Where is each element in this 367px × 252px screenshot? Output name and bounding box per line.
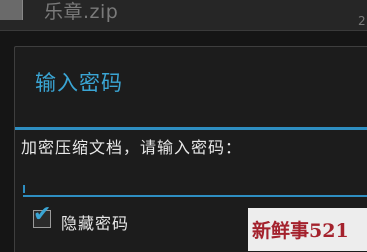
title-divider bbox=[15, 127, 367, 130]
checkmark-icon: ✔ bbox=[33, 202, 52, 227]
file-meta: 2 bbox=[358, 14, 366, 28]
password-prompt: 加密压缩文档，请输入密码： bbox=[21, 138, 243, 157]
hide-password-label[interactable]: 隐藏密码 bbox=[61, 210, 129, 234]
file-name: 乐章.zip bbox=[44, 1, 119, 23]
archive-file-icon bbox=[0, 0, 23, 20]
dialog-title: 输入密码 bbox=[35, 71, 123, 95]
watermark-logo: 新鲜事521 bbox=[248, 208, 367, 251]
file-list-row[interactable]: 乐章.zip 2 bbox=[0, 0, 367, 31]
password-input[interactable] bbox=[23, 159, 367, 197]
hide-password-checkbox[interactable]: ✔ bbox=[33, 204, 51, 228]
input-underline-tick bbox=[23, 185, 25, 193]
watermark-text: 新鲜事521 bbox=[252, 220, 349, 242]
